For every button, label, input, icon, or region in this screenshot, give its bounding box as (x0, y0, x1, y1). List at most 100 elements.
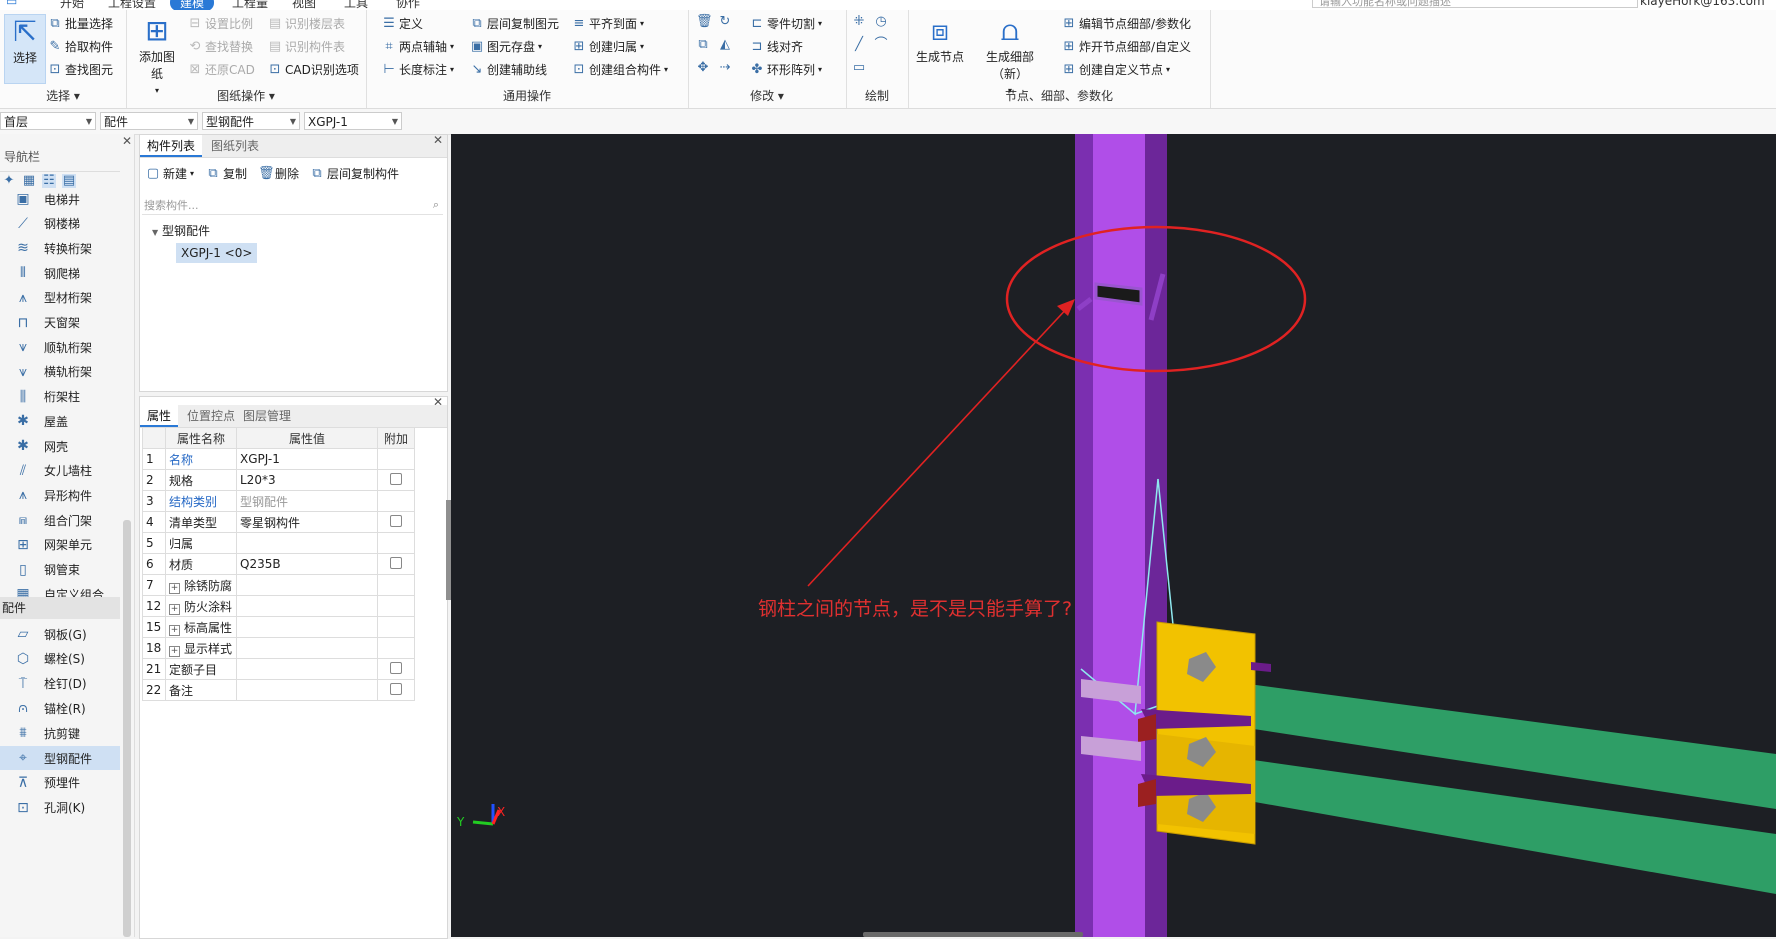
nav-item[interactable]: ⩚ 异形构件 (0, 483, 120, 507)
nav-item[interactable]: ⟋ 钢楼梯 (0, 212, 120, 236)
menu-item-modeling[interactable]: 建模 (170, 0, 215, 10)
nav-item[interactable]: ⩛ 横轨桁架 (0, 360, 120, 384)
copy-component-button[interactable]: ⧉ 复制 (206, 165, 247, 182)
tab-drawing-list[interactable]: 图纸列表 (204, 135, 266, 157)
restore-cad-button[interactable]: ⊠ 还原CAD (188, 61, 255, 78)
category-select[interactable]: 配件 ▼ (100, 112, 198, 130)
generate-detail-button[interactable]: ⩍ 生成细部（新） ▾ (970, 14, 1050, 96)
attach-checkbox[interactable] (390, 556, 402, 569)
nav-item[interactable]: ⩀ 锚栓(R) (0, 696, 120, 720)
nav-item[interactable]: ⩛ 顺轨桁架 (0, 335, 120, 359)
nav-item[interactable]: ⍑ 栓钉(D) (0, 672, 120, 696)
add-drawing-button[interactable]: ⊞ 添加图纸 ▾ (134, 14, 180, 96)
tab-position-control[interactable]: 位置控点 (180, 405, 242, 427)
nav-item[interactable]: ⊓ 天窗架 (0, 311, 120, 335)
detail-view-icon[interactable]: ▤ (62, 174, 76, 188)
copy-tool-button[interactable]: ⧉ (696, 38, 710, 52)
3d-viewport[interactable]: Y X 钢柱之间的节点，是不是只能手算了? (451, 134, 1776, 937)
help-search-input[interactable]: 请输入功能名称或问题描述 (1312, 0, 1638, 8)
generate-node-button[interactable]: ⧈ 生成节点 (914, 14, 966, 65)
floor-copy-component-button[interactable]: ⧉ 层间复制构件 (310, 165, 399, 182)
menu-item-quantity[interactable]: 工程量 (232, 0, 268, 10)
create-combo-component-button[interactable]: ⊡ 创建组合构件 ▾ (572, 61, 668, 78)
modify-group-label[interactable]: 修改 ▾ (688, 87, 846, 104)
batch-select-button[interactable]: ⧉ 批量选择 (48, 15, 113, 32)
nav-item[interactable]: ⩚ 型材桁架 (0, 286, 120, 310)
expand-icon[interactable]: + (169, 645, 180, 657)
element-save-button[interactable]: ▣ 图元存盘 ▾ (470, 38, 542, 55)
property-row[interactable]: 4 清单类型 零星钢构件 (142, 511, 415, 533)
property-value[interactable]: 型钢配件 (236, 490, 378, 512)
user-account[interactable]: kiayeHork@163.com (1640, 0, 1765, 8)
expand-icon[interactable]: + (169, 603, 180, 615)
recognize-component-table-button[interactable]: ▤ 识别构件表 (268, 38, 345, 55)
floor-select[interactable]: 首层 ▼ (0, 112, 96, 130)
menu-item-project-settings[interactable]: 工程设置 (108, 0, 156, 10)
floor-copy-button[interactable]: ⧉ 层间复制图元 (470, 15, 559, 32)
property-row[interactable]: 6 材质 Q235B (142, 553, 415, 575)
property-value[interactable]: 零星钢构件 (236, 511, 378, 533)
property-row[interactable]: 22 备注 (142, 679, 415, 701)
select-group-label[interactable]: 选择 ▾ (0, 87, 126, 104)
line-draw-button[interactable]: ╱ (852, 38, 866, 52)
nav-item[interactable]: ⊼ 预埋件 (0, 771, 120, 795)
find-element-button[interactable]: ⊡ 查找图元 (48, 61, 113, 78)
drawing-group-label[interactable]: 图纸操作 ▾ (126, 87, 366, 104)
tree-root[interactable]: ▼ 型钢配件 (152, 222, 210, 239)
find-replace-button[interactable]: ⟲ 查找替换 (188, 38, 253, 55)
arc-draw-button[interactable]: ⌒ (874, 38, 888, 52)
recognize-floor-table-button[interactable]: ▤ 识别楼层表 (268, 15, 345, 32)
mirror-tool-button[interactable]: ◭ (718, 38, 732, 52)
component-select[interactable]: XGPJ-1 ▼ (304, 112, 402, 130)
list-view-icon[interactable]: ☷ (42, 174, 56, 188)
circle-draw-button[interactable]: ◷ (874, 15, 888, 29)
expand-icon[interactable]: + (169, 624, 180, 636)
nav-item[interactable]: ≋ 转换桁架 (0, 236, 120, 260)
rotate-tool-button[interactable]: ↻ (718, 15, 732, 29)
property-row[interactable]: 21 定额子目 (142, 658, 415, 680)
menu-item-start[interactable]: 开始 (60, 0, 84, 10)
nav-item[interactable]: ✱ 网壳 (0, 434, 120, 458)
set-scale-button[interactable]: ⊟ 设置比例 (188, 15, 253, 32)
extend-tool-button[interactable]: ⇢ (718, 61, 732, 75)
property-value[interactable] (236, 532, 378, 554)
menu-item-collaborate[interactable]: 协作 (396, 0, 420, 10)
part-cut-button[interactable]: ⊏ 零件切割 ▾ (750, 15, 822, 32)
property-value[interactable] (236, 637, 378, 659)
property-row[interactable]: 18 + 显示样式 (142, 637, 415, 659)
edit-node-detail-button[interactable]: ⊞ 编辑节点细部/参数化 (1062, 15, 1192, 32)
nav-item[interactable]: ▣ 电梯井 (0, 187, 120, 211)
property-row[interactable]: 1 名称 XGPJ-1 (142, 448, 415, 470)
tab-properties[interactable]: 属性 (140, 405, 179, 427)
nav-scrollbar[interactable] (123, 520, 131, 937)
attach-checkbox[interactable] (390, 514, 402, 527)
expand-icon[interactable]: + (169, 582, 180, 594)
type-select[interactable]: 型钢配件 ▼ (202, 112, 300, 130)
nav-item[interactable]: ⊡ 孔洞(K) (0, 796, 120, 820)
menu-item-view[interactable]: 视图 (292, 0, 316, 10)
property-value[interactable] (236, 616, 378, 638)
property-value[interactable] (236, 679, 378, 701)
component-search-input[interactable]: 搜索构件... (142, 197, 443, 215)
nav-item[interactable]: ✱ 屋盖 (0, 409, 120, 433)
property-value[interactable] (236, 595, 378, 617)
select-button[interactable]: ⇱ 选择 (4, 14, 46, 84)
tab-layer-management[interactable]: 图层管理 (236, 405, 298, 427)
tab-component-list[interactable]: 构件列表 (140, 135, 203, 157)
two-point-axis-button[interactable]: ⌗ 两点辅轴 ▾ (382, 38, 454, 55)
rect-draw-button[interactable]: ▭ (852, 61, 866, 75)
property-row[interactable]: 12 + 防火涂料 (142, 595, 415, 617)
define-button[interactable]: ☰ 定义 (382, 15, 423, 32)
nav-item[interactable]: ⌖ 型钢配件 (0, 746, 120, 770)
line-align-button[interactable]: ⊐ 线对齐 (750, 38, 803, 55)
attach-checkbox[interactable] (390, 661, 402, 674)
tree-item-xgpj-1[interactable]: XGPJ-1 <0> (176, 243, 258, 263)
property-value[interactable] (236, 658, 378, 680)
circular-array-button[interactable]: ✤ 环形阵列 ▾ (750, 61, 822, 78)
nav-item[interactable]: ⬡ 螺栓(S) (0, 647, 120, 671)
nav-item[interactable]: ⩎ 组合门架 (0, 508, 120, 532)
attach-checkbox[interactable] (390, 682, 402, 695)
attach-checkbox[interactable] (390, 472, 402, 485)
create-aux-line-button[interactable]: ↘ 创建辅助线 (470, 61, 547, 78)
point-draw-button[interactable]: ⁜ (852, 15, 866, 29)
